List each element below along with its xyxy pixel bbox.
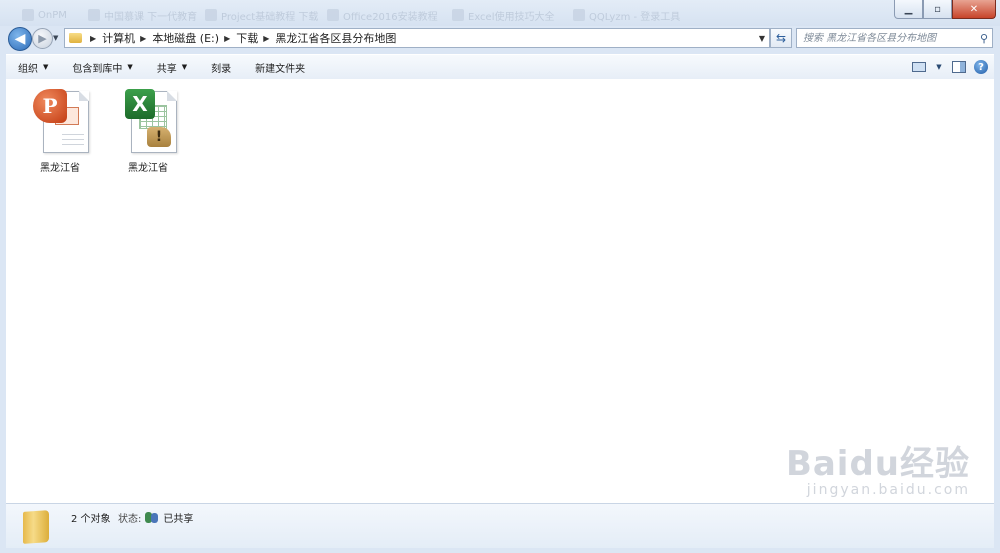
- search-box[interactable]: ⚲: [796, 28, 993, 48]
- organize-menu[interactable]: 组织 ▼: [6, 55, 60, 79]
- help-button[interactable]: ?: [974, 60, 988, 74]
- ghost-tab-label: Office2016安装教程: [343, 11, 438, 23]
- file-item-ppt[interactable]: P 黑龙江省: [22, 87, 98, 174]
- chevron-right-icon[interactable]: ▶: [263, 34, 269, 43]
- share-state: 状态: 已共享: [118, 510, 193, 525]
- ghost-tab: Office2016安装教程: [327, 7, 438, 23]
- status-bar: 2 个对象 状态: 已共享: [6, 503, 994, 548]
- breadcrumb-item-computer[interactable]: 计算机 ▶: [102, 30, 152, 46]
- preview-pane-button[interactable]: [950, 58, 968, 76]
- ghost-tab-label: 中国慕课 下一代教育: [104, 11, 198, 23]
- ghost-tab-icon: [22, 9, 34, 21]
- chevron-down-icon: ▼: [53, 34, 59, 42]
- forward-button[interactable]: ▶: [32, 28, 53, 49]
- chevron-down-icon: ▼: [181, 63, 188, 71]
- preview-pane-icon: [952, 61, 966, 73]
- page-fold: [167, 91, 177, 101]
- chevron-right-icon: ▶: [90, 33, 97, 43]
- breadcrumb-item-current[interactable]: 黑龙江省各区县分布地图: [275, 30, 396, 46]
- page-line: [62, 144, 84, 145]
- breadcrumb-item-drive[interactable]: 本地磁盘 (E:) ▶: [152, 30, 236, 46]
- shared-users-icon: [145, 512, 159, 523]
- back-button[interactable]: ◀: [8, 27, 32, 51]
- breadcrumb-root[interactable]: ▶: [85, 34, 102, 43]
- excel-logo: X: [125, 89, 155, 119]
- close-button[interactable]: ✕: [952, 0, 996, 19]
- breadcrumb-label: 下载: [236, 32, 259, 45]
- state-label: 状态:: [118, 514, 142, 525]
- ghost-tab-label: Excel使用技巧大全: [468, 11, 555, 23]
- arrow-left-icon: ◀: [14, 31, 26, 47]
- ghost-tab: Project基础教程 下载: [205, 7, 318, 23]
- breadcrumb-label: 计算机: [102, 32, 136, 45]
- powerpoint-logo: P: [33, 89, 67, 123]
- file-list: P 黑龙江省 X ! 黑龙江省: [6, 79, 994, 503]
- item-count: 2 个对象: [71, 514, 111, 525]
- views-dropdown-button[interactable]: ▼: [934, 58, 944, 76]
- file-item-excel[interactable]: X ! 黑龙江省: [110, 87, 186, 174]
- chevron-down-icon: ▼: [936, 63, 942, 71]
- ghost-tab: 中国慕课 下一代教育: [88, 7, 197, 23]
- powerpoint-file-icon: P: [33, 87, 89, 153]
- ghost-tab: QQLyzm - 登录工具: [573, 7, 680, 23]
- chevron-down-icon: ▼: [127, 63, 133, 71]
- chevron-down-icon: ▼: [758, 33, 766, 43]
- new-folder-label: 新建文件夹: [255, 63, 306, 75]
- breadcrumb-label: 黑龙江省各区县分布地图: [275, 32, 397, 45]
- organize-label: 组织: [18, 63, 38, 75]
- ghost-tab-label: QQLyzm - 登录工具: [589, 11, 681, 23]
- search-icon[interactable]: ⚲: [976, 32, 992, 45]
- page-line: [62, 134, 84, 135]
- warning-icon: !: [147, 127, 171, 147]
- excel-file-icon: X !: [121, 87, 177, 153]
- file-name: 黑龙江省: [40, 163, 80, 174]
- include-in-library-menu[interactable]: 包含到库中 ▼: [60, 55, 144, 79]
- refresh-button[interactable]: ⇆: [770, 28, 792, 48]
- title-bar: OnPM 中国慕课 下一代教育 Project基础教程 下载 Office201…: [0, 0, 1000, 26]
- recent-pages-button[interactable]: ▼: [53, 34, 58, 42]
- command-bar-right: ▼ ?: [910, 58, 994, 76]
- chevron-down-icon: ▼: [43, 63, 49, 71]
- ghost-tab-icon: [327, 9, 339, 21]
- maximize-button[interactable]: ▫: [923, 0, 952, 19]
- chevron-right-icon[interactable]: ▶: [224, 34, 230, 43]
- folder-icon: [69, 33, 82, 43]
- page-line: [62, 139, 84, 140]
- ghost-tab-icon: [205, 9, 217, 21]
- burn-button[interactable]: 刻录: [199, 55, 243, 79]
- change-view-button[interactable]: [910, 58, 928, 76]
- ghost-tab-icon: [452, 9, 464, 21]
- address-bar[interactable]: ▶ 计算机 ▶ 本地磁盘 (E:) ▶ 下载 ▶ 黑龙江省各区县分布地图 ▼: [64, 28, 770, 48]
- refresh-icon: ⇆: [775, 31, 787, 45]
- include-in-library-label: 包含到库中: [72, 63, 123, 75]
- ghost-tab-label: OnPM: [38, 9, 67, 21]
- ghost-tab-icon: [88, 9, 100, 21]
- ghost-tab-label: Project基础教程 下载: [221, 11, 319, 23]
- window-controls: ▁ ▫ ✕: [894, 0, 996, 19]
- ghost-tab: OnPM: [22, 7, 67, 23]
- arrow-right-icon: ▶: [38, 32, 47, 45]
- breadcrumb-item-downloads[interactable]: 下载 ▶: [236, 30, 275, 46]
- command-bar: 组织 ▼ 包含到库中 ▼ 共享 ▼ 刻录 新建文件夹 ▼ ?: [6, 54, 994, 80]
- folder-icon: [23, 510, 49, 544]
- breadcrumb-label: 本地磁盘 (E:): [152, 32, 220, 45]
- file-name: 黑龙江省: [128, 163, 168, 174]
- address-dropdown-button[interactable]: ▼: [755, 34, 769, 43]
- burn-label: 刻录: [211, 63, 232, 75]
- ghost-tab: Excel使用技巧大全: [452, 7, 555, 23]
- ghost-tab-icon: [573, 9, 585, 21]
- minimize-button[interactable]: ▁: [894, 0, 923, 19]
- chevron-right-icon[interactable]: ▶: [140, 34, 146, 43]
- page-fold: [79, 91, 89, 101]
- share-menu[interactable]: 共享 ▼: [145, 55, 199, 79]
- new-folder-button[interactable]: 新建文件夹: [243, 55, 317, 79]
- share-label: 共享: [156, 63, 177, 75]
- views-icon: [912, 62, 926, 72]
- search-input[interactable]: [797, 31, 976, 45]
- state-value: 已共享: [163, 514, 194, 525]
